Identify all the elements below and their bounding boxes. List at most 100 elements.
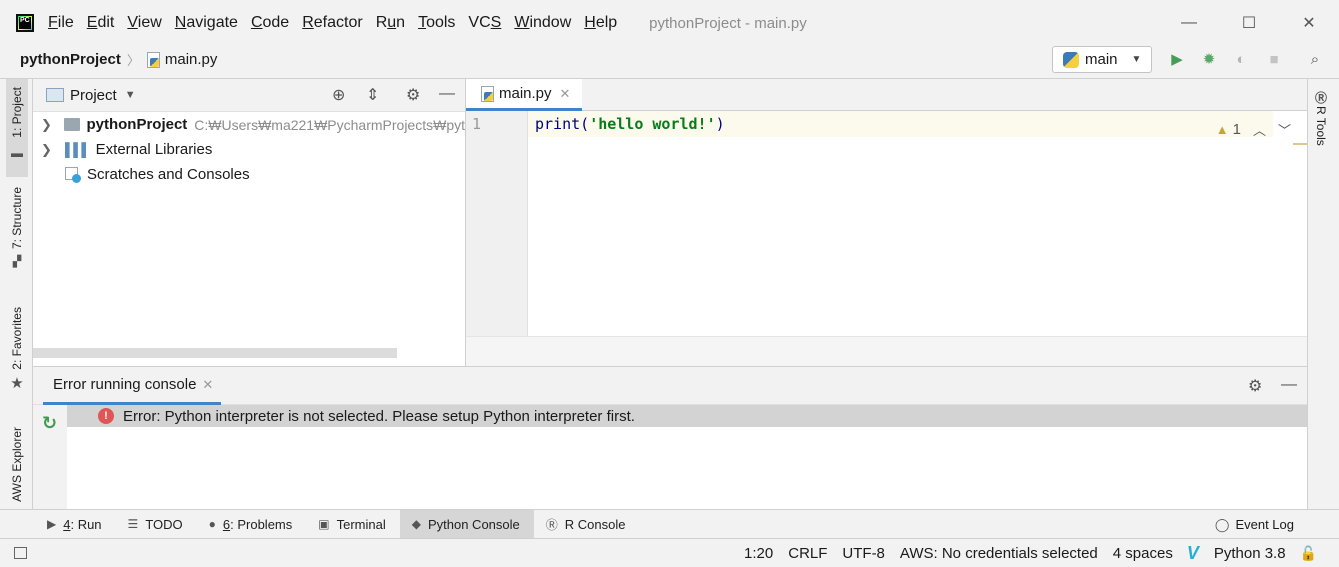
console-tab[interactable]: Error running console ✕ (43, 367, 222, 405)
horizontal-scrollbar[interactable] (33, 348, 397, 358)
code-paren: ) (715, 115, 725, 133)
debug-icon[interactable]: ✹ (1200, 51, 1218, 69)
line-number: 1 (472, 115, 482, 133)
close-window-button[interactable]: ✕ (1279, 13, 1339, 33)
error-message-row: ! Error: Python interpreter is not selec… (67, 405, 1307, 427)
run-configuration-select[interactable]: main ▼ (1052, 46, 1152, 73)
tool-tab-favorites[interactable]: 2: Favorites ★ (6, 307, 28, 399)
lock-icon[interactable]: 🔓 (1300, 545, 1317, 562)
tool-button-terminal[interactable]: ▣ Terminal (306, 510, 399, 539)
maximize-button[interactable]: ☐ (1219, 13, 1279, 33)
tool-tab-project-label: 1: Project (10, 87, 24, 138)
menu-navigate[interactable]: Navigate (175, 14, 238, 32)
navigation-bar: pythonProject 〉 main.py main ▼ ▶ ✹ ◐ ■ ⌕ (0, 41, 1339, 79)
code-line[interactable]: print('hello world!') (535, 115, 725, 133)
indent-setting[interactable]: 4 spaces (1113, 545, 1173, 562)
todo-icon: ☰ (127, 517, 139, 531)
locate-icon[interactable]: ⊕ (332, 85, 345, 105)
chevron-down-icon[interactable]: ▼ (125, 89, 136, 101)
run-with-coverage-icon[interactable]: ◐ (1232, 51, 1250, 69)
file-encoding[interactable]: UTF-8 (842, 545, 885, 562)
chevron-right-icon[interactable]: ❯ (41, 117, 54, 133)
right-tool-strip: Ⓡ R Tools (1307, 79, 1339, 509)
r-console-icon: Ⓡ (545, 517, 558, 532)
search-icon[interactable]: ⌕ (1306, 51, 1324, 69)
warning-count: 1 (1232, 121, 1241, 138)
structure-icon: ▞ (12, 256, 22, 269)
tool-tab-structure[interactable]: 7: Structure ▞ (6, 187, 28, 287)
tool-tab-aws-explorer[interactable]: AWS Explorer (6, 427, 28, 509)
status-bar: 1:20 CRLF UTF-8 AWS: No credentials sele… (0, 538, 1339, 567)
console-tool-window: Error running console ✕ ⚙ — ↻ ! Error: P… (33, 366, 1307, 510)
menu-help[interactable]: Help (584, 14, 617, 32)
menu-code[interactable]: Code (251, 14, 289, 32)
tool-tab-structure-label: 7: Structure (10, 187, 24, 250)
menu-vcs[interactable]: VCS (468, 14, 501, 32)
menu-view[interactable]: View (127, 14, 161, 32)
tool-button-problems[interactable]: ● 6: Problems (197, 510, 307, 539)
tool-window-bar: ▶ 4: Run ☰ TODO ● 6: Problems ▣ Terminal… (0, 509, 1339, 539)
project-view-icon (46, 88, 64, 102)
aws-connection[interactable]: AWS: No credentials selected (900, 545, 1098, 562)
folder-icon (64, 118, 81, 131)
tree-libraries-label: External Libraries (95, 141, 213, 158)
run-icon[interactable]: ▶ (1168, 51, 1186, 69)
tree-project-path: C:₩Users₩ma221₩PycharmProjects₩pyt (194, 116, 465, 133)
close-icon[interactable]: ✕ (202, 377, 213, 393)
window-title: pythonProject - main.py (649, 14, 807, 32)
menu-run[interactable]: Run (376, 14, 405, 32)
line-separator[interactable]: CRLF (788, 545, 827, 562)
tool-button-run[interactable]: ▶ 4: Run (35, 510, 116, 539)
caret-position[interactable]: 1:20 (744, 545, 773, 562)
tool-button-event-log[interactable]: ◯ Event Log (1215, 510, 1294, 539)
minimize-button[interactable]: — (1159, 14, 1219, 32)
close-icon[interactable]: ✕ (560, 86, 571, 102)
tree-scratches-label: Scratches and Consoles (87, 166, 250, 183)
inspection-widget[interactable]: ▲ 1 ︿ ﹀ (1216, 120, 1291, 139)
tree-item-scratches[interactable]: Scratches and Consoles (33, 162, 465, 187)
window-controls: — ☐ ✕ (1159, 0, 1339, 46)
breadcrumb-file[interactable]: main.py (165, 51, 218, 68)
tool-button-python-console[interactable]: ◆ Python Console (399, 509, 534, 539)
python-icon (1063, 51, 1079, 68)
menu-file[interactable]: File (48, 14, 74, 32)
menu-refactor[interactable]: Refactor (302, 14, 362, 32)
hide-panel-icon[interactable]: — (1281, 376, 1297, 394)
hide-panel-icon[interactable]: — (439, 85, 455, 103)
project-panel: Project ▼ ⊕ ⇕ ⚙ — ❯ pythonProject C:₩Use… (33, 79, 466, 366)
r-tools-icon: Ⓡ (1314, 91, 1327, 105)
tool-tab-r-tools[interactable]: Ⓡ R Tools (1314, 89, 1328, 146)
chevron-right-icon[interactable]: ❯ (41, 142, 55, 158)
python-interpreter[interactable]: Python 3.8 (1214, 545, 1286, 562)
toggle-tool-windows-icon[interactable] (14, 547, 27, 559)
stop-icon[interactable]: ■ (1265, 51, 1283, 69)
project-panel-title[interactable]: Project (70, 87, 117, 104)
gear-icon[interactable]: ⚙ (406, 85, 420, 105)
editor-tab-main-py[interactable]: main.py ✕ (466, 79, 582, 111)
collapse-all-icon[interactable]: ⇕ (366, 85, 379, 105)
menu-window[interactable]: Window (514, 14, 571, 32)
editor: main.py ✕ 1 print('hello world!') ▲ 1 ︿ … (466, 79, 1307, 366)
python-file-icon (480, 85, 494, 102)
editor-tab-bar: main.py ✕ (466, 79, 1307, 111)
event-log-icon: ◯ (1214, 516, 1230, 532)
gear-icon[interactable]: ⚙ (1248, 376, 1262, 396)
tool-tab-project[interactable]: 1: Project ▬ (6, 79, 28, 177)
menu-edit[interactable]: Edit (87, 14, 115, 32)
project-panel-header: Project ▼ ⊕ ⇕ ⚙ — (33, 79, 465, 112)
tree-item-external-libraries[interactable]: ❯ ▌▌▌ External Libraries (33, 137, 465, 162)
tool-button-todo[interactable]: ☰ TODO (116, 510, 197, 539)
tree-item-project[interactable]: ❯ pythonProject C:₩Users₩ma221₩PycharmPr… (33, 112, 465, 137)
tool-button-r-console[interactable]: Ⓡ R Console (534, 510, 640, 539)
rerun-icon[interactable]: ↻ (42, 413, 57, 434)
aws-toolkit-icon[interactable]: V (1187, 543, 1199, 564)
menu-tools[interactable]: Tools (418, 14, 455, 32)
next-highlight-icon[interactable]: ﹀ (1278, 120, 1291, 139)
terminal-icon: ▣ (318, 517, 330, 531)
warning-marker[interactable] (1293, 143, 1307, 145)
error-message: Error: Python interpreter is not selecte… (123, 407, 635, 425)
previous-highlight-icon[interactable]: ︿ (1253, 120, 1266, 139)
error-icon: ! (98, 408, 114, 424)
warning-icon: ▲ (1215, 122, 1229, 137)
breadcrumb-project[interactable]: pythonProject (20, 51, 121, 68)
